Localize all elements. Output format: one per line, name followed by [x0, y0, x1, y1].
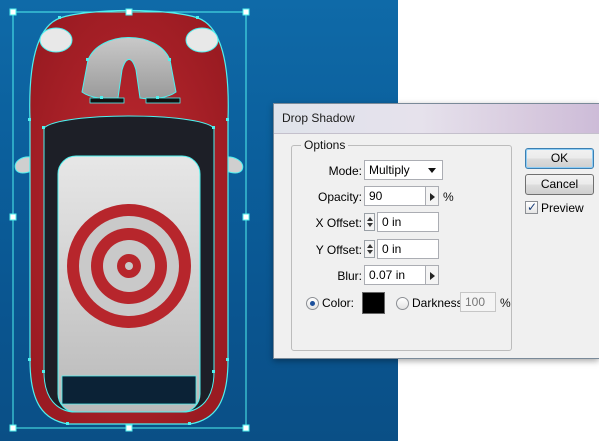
arrow-down-icon: [367, 223, 373, 227]
cancel-button[interactable]: Cancel: [525, 174, 594, 195]
options-group: Options Mode: Multiply Opacity: 90 % X O…: [291, 138, 512, 351]
selection-handle: [242, 424, 250, 432]
triangle-right-icon: [430, 193, 435, 201]
color-label: Color:: [322, 296, 355, 310]
y-offset-input[interactable]: 0 in: [377, 239, 439, 259]
selection-handle: [9, 213, 17, 221]
color-swatch[interactable]: [362, 292, 385, 314]
checkmark-icon: ✓: [527, 200, 538, 214]
opacity-label: Opacity:: [317, 190, 362, 204]
selection-handle: [125, 8, 133, 16]
selection-handle: [125, 424, 133, 432]
color-radio[interactable]: [306, 297, 319, 310]
blur-slider-button[interactable]: [425, 265, 439, 285]
left-headlight: [39, 27, 73, 53]
y-offset-label: Y Offset:: [315, 243, 362, 257]
arrow-up-icon: [367, 217, 373, 221]
dialog-client-area: Options Mode: Multiply Opacity: 90 % X O…: [280, 134, 599, 352]
wiper-left: [89, 97, 125, 104]
arrow-up-icon: [367, 244, 373, 248]
selection-handle: [242, 213, 250, 221]
selection-handle: [9, 8, 17, 16]
target-dot: [125, 262, 133, 270]
darkness-label: Darkness:: [412, 296, 467, 310]
triangle-right-icon: [430, 272, 435, 280]
mode-value: Multiply: [369, 163, 410, 177]
opacity-input[interactable]: 90: [364, 186, 426, 206]
blur-label: Blur:: [337, 269, 362, 283]
opacity-unit: %: [443, 190, 454, 204]
mode-select[interactable]: Multiply: [364, 160, 443, 180]
opacity-slider-button[interactable]: [425, 186, 439, 206]
mode-label: Mode:: [328, 164, 362, 178]
x-offset-stepper[interactable]: [364, 213, 375, 231]
x-offset-value: 0 in: [382, 215, 402, 229]
drop-shadow-dialog: Drop Shadow Options Mode: Multiply Opaci…: [273, 103, 599, 359]
right-headlight: [185, 27, 219, 53]
chevron-down-icon: [428, 168, 436, 173]
darkness-input[interactable]: 100: [460, 292, 496, 312]
rear-window: [61, 375, 197, 405]
opacity-value: 90: [369, 189, 383, 203]
options-legend: Options: [301, 138, 349, 152]
darkness-value: 100: [465, 295, 486, 309]
selection-handle: [242, 8, 250, 16]
preview-checkbox[interactable]: ✓: [525, 200, 538, 214]
darkness-radio[interactable]: [396, 297, 409, 310]
selection-handle: [9, 424, 17, 432]
arrow-down-icon: [367, 250, 373, 254]
x-offset-label: X Offset:: [315, 216, 362, 230]
wiper-right: [145, 97, 181, 104]
blur-value: 0.07 in: [369, 268, 406, 282]
ok-button[interactable]: OK: [525, 148, 594, 169]
preview-label: Preview: [541, 201, 584, 215]
dialog-title: Drop Shadow: [282, 111, 355, 125]
x-offset-input[interactable]: 0 in: [377, 212, 439, 232]
y-offset-value: 0 in: [382, 242, 402, 256]
blur-input[interactable]: 0.07 in: [364, 265, 426, 285]
y-offset-stepper[interactable]: [364, 240, 375, 258]
darkness-unit: %: [500, 296, 511, 310]
dialog-title-bar[interactable]: Drop Shadow: [274, 104, 599, 134]
